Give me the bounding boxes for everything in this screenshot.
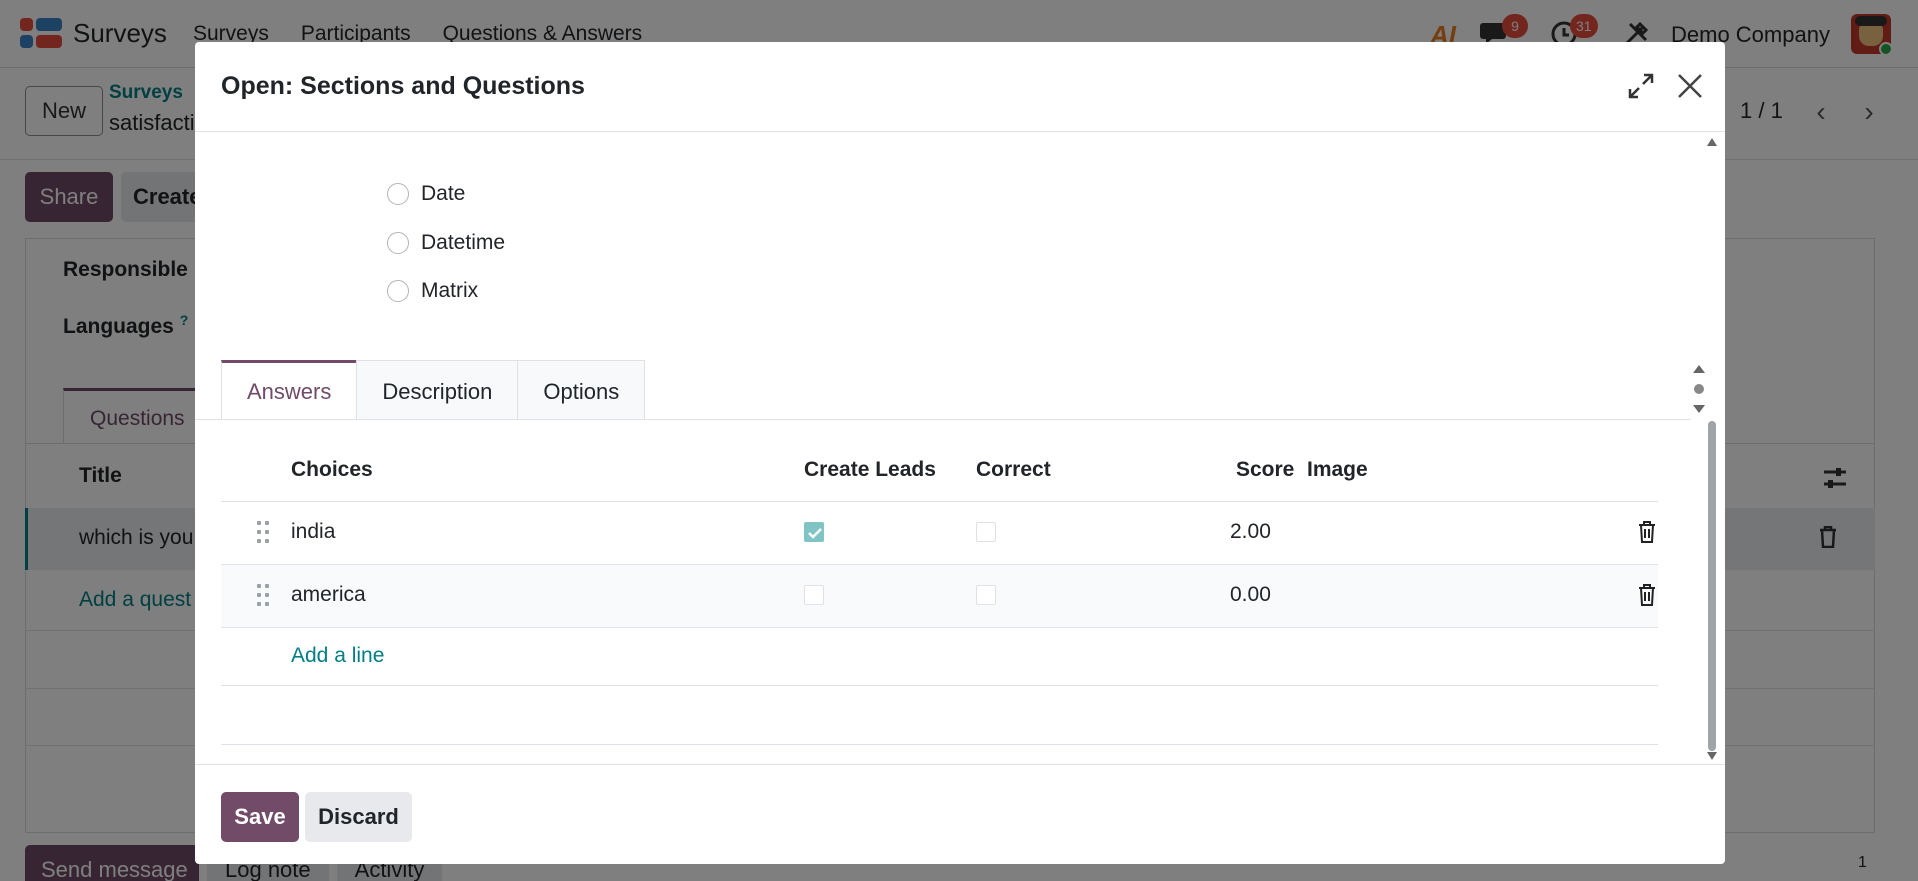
save-button[interactable]: Save bbox=[221, 792, 299, 842]
discard-button[interactable]: Discard bbox=[305, 792, 412, 842]
create-leads-checkbox[interactable] bbox=[804, 522, 824, 542]
question-type-matrix[interactable]: Matrix bbox=[387, 279, 478, 303]
column-image[interactable]: Image bbox=[1307, 458, 1368, 482]
add-line-row: Add a line bbox=[221, 627, 1658, 685]
score-value[interactable]: 2.00 bbox=[1230, 520, 1271, 544]
tabs-scroll-icon[interactable] bbox=[1692, 363, 1706, 415]
dialog-header: Open: Sections and Questions bbox=[195, 42, 1725, 132]
drag-handle-icon[interactable] bbox=[257, 521, 271, 545]
tab-answers[interactable]: Answers bbox=[221, 360, 358, 420]
column-score[interactable]: Score bbox=[1236, 458, 1294, 482]
column-choices[interactable]: Choices bbox=[291, 458, 373, 482]
dialog-body: Date Datetime Matrix Answers Description… bbox=[195, 133, 1725, 765]
score-value[interactable]: 0.00 bbox=[1230, 583, 1271, 607]
trash-icon[interactable] bbox=[1637, 584, 1657, 606]
drag-handle-icon[interactable] bbox=[257, 584, 271, 608]
dialog-footer: Save Discard bbox=[195, 764, 1725, 864]
create-leads-checkbox[interactable] bbox=[804, 585, 824, 605]
column-create-leads[interactable]: Create Leads bbox=[804, 458, 936, 482]
close-icon[interactable] bbox=[1674, 70, 1706, 102]
add-line-link[interactable]: Add a line bbox=[291, 644, 384, 668]
empty-row bbox=[221, 685, 1658, 744]
answer-row[interactable]: india 2.00 bbox=[221, 501, 1658, 564]
tab-options[interactable]: Options bbox=[517, 360, 646, 420]
expand-icon[interactable] bbox=[1626, 71, 1656, 101]
sections-questions-dialog: Open: Sections and Questions Date Dateti… bbox=[195, 42, 1725, 864]
radio-date[interactable] bbox=[387, 183, 409, 205]
question-type-date[interactable]: Date bbox=[387, 182, 465, 206]
correct-checkbox[interactable] bbox=[976, 585, 996, 605]
question-tabs: Answers Description Options bbox=[221, 360, 646, 420]
choice-value[interactable]: america bbox=[291, 583, 366, 607]
radio-matrix[interactable] bbox=[387, 280, 409, 302]
correct-checkbox[interactable] bbox=[976, 522, 996, 542]
column-correct[interactable]: Correct bbox=[976, 458, 1051, 482]
choice-value[interactable]: india bbox=[291, 520, 335, 544]
scrollbar-thumb[interactable] bbox=[1708, 421, 1716, 751]
answer-row[interactable]: america 0.00 bbox=[221, 564, 1658, 627]
dialog-title: Open: Sections and Questions bbox=[221, 72, 585, 100]
trash-icon[interactable] bbox=[1637, 521, 1657, 543]
radio-datetime[interactable] bbox=[387, 232, 409, 254]
tab-description[interactable]: Description bbox=[356, 360, 519, 420]
question-type-datetime[interactable]: Datetime bbox=[387, 231, 505, 255]
